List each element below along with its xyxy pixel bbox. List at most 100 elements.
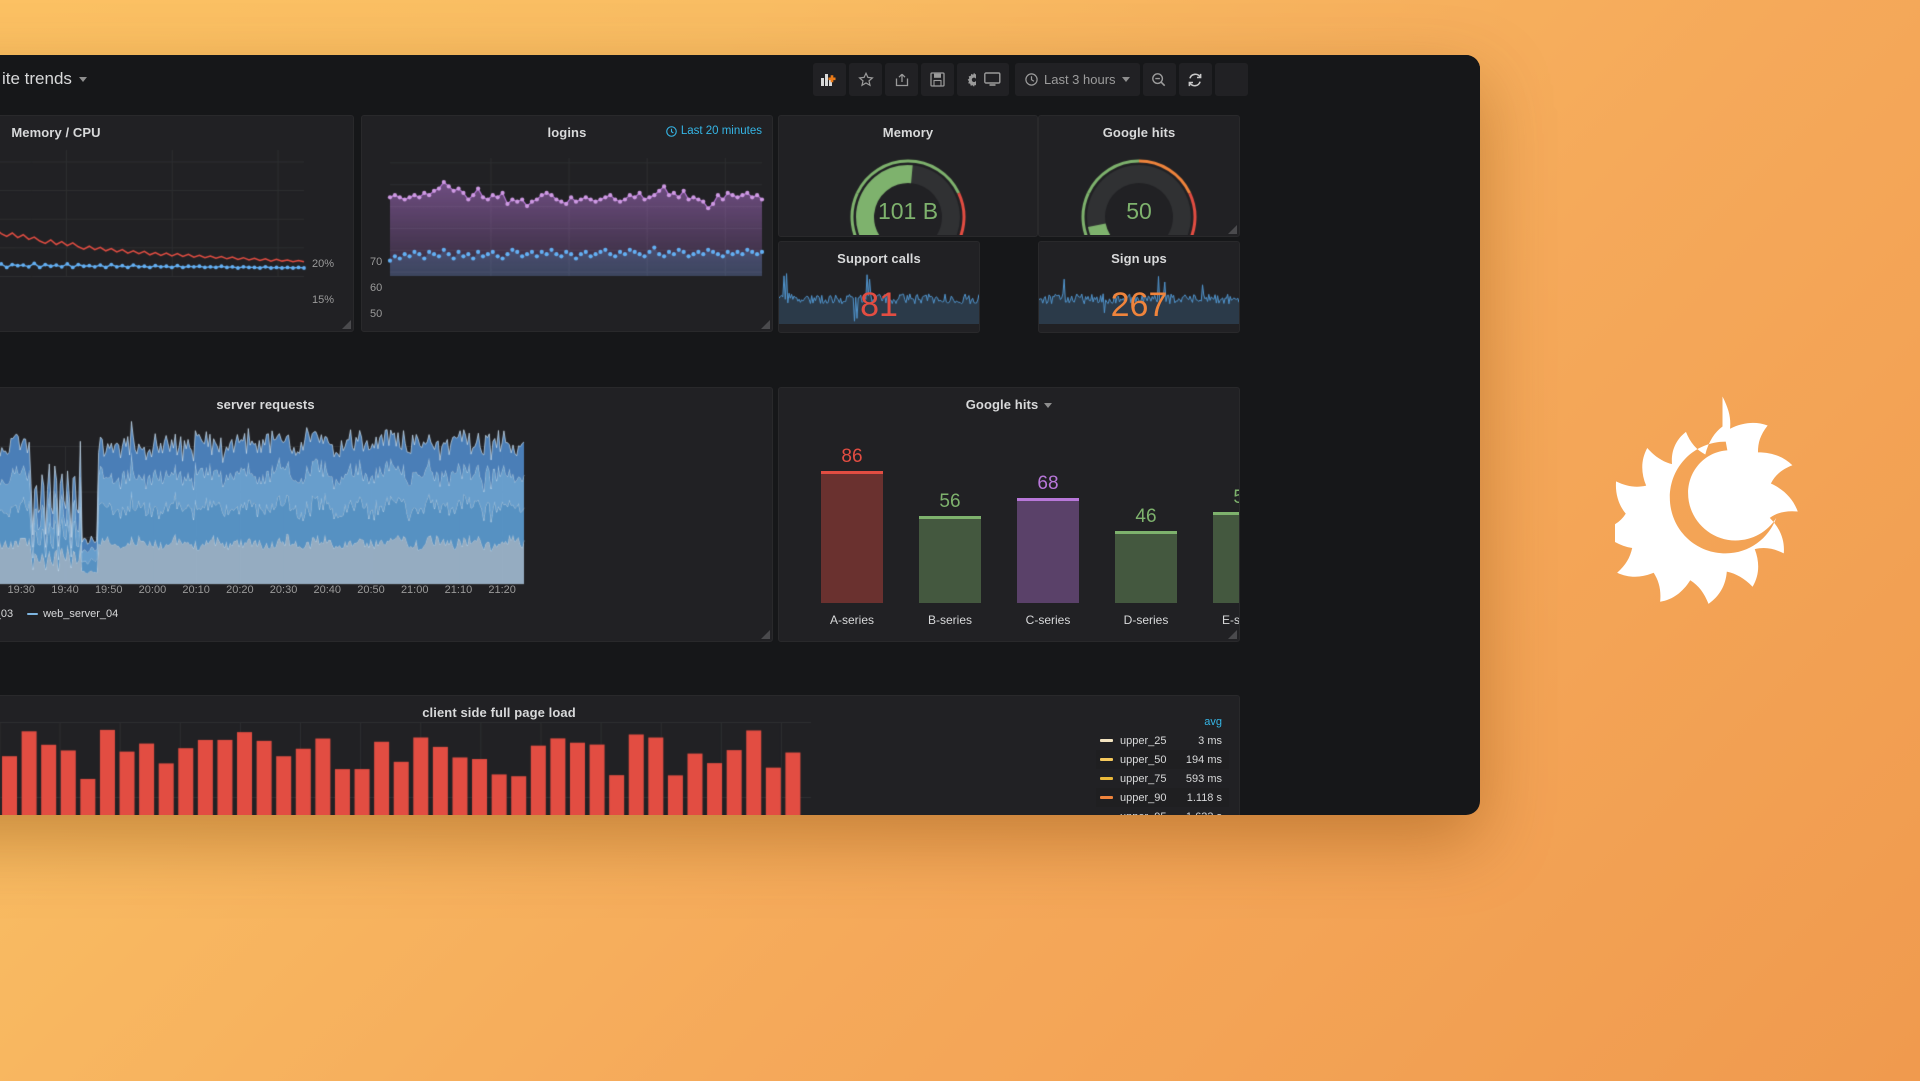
x-tick: 20:10 [182,584,210,596]
panel-title: server requests [216,397,315,412]
y-tick: 60 [370,282,383,294]
x-tick: 19:50 [94,584,123,596]
panel-client-side-load[interactable]: client side full page load 18:3018:4018:… [0,695,1240,815]
bar-category-label: E-series [1221,613,1240,627]
chevron-down-icon [1044,403,1053,409]
x-tick: 19:40 [51,584,79,596]
star-icon [857,71,874,87]
x-tick: 20:30 [269,584,298,596]
client-side-load-legend[interactable]: avg upper_25 3 ms upper_50 194 ms upper_… [1096,716,1229,815]
time-range-picker[interactable]: Last 3 hours [1015,63,1140,96]
dashboard-action-buttons [813,63,990,96]
bar-category-label: C-series [1025,613,1071,627]
legend-row[interactable]: upper_90 1.118 s [1096,788,1229,807]
dashboard-navbar: ite trends Last 3 hours [0,55,1480,107]
panel-resize-handle[interactable] [761,320,770,329]
x-tick: 19:30 [7,584,36,596]
zoom-out-button[interactable] [1142,63,1176,96]
gauge-value: 101 B [877,198,939,224]
badge-label: Last 20 minutes [680,125,762,137]
legend-label: upper_75 [1120,772,1167,785]
x-tick: 20:50 [357,584,385,596]
panel-server-requests[interactable]: server requests 18:3018:4018:5019:0019:1… [0,387,773,642]
legend-label: upper_95 [1120,811,1186,816]
legend-row[interactable]: upper_75 593 ms [1096,769,1229,788]
legend-color-swatch [1100,777,1113,780]
panel-title: client side full page load [422,705,576,720]
y-tick: 15% [312,294,335,306]
bar-category-label: A-series [829,613,874,627]
y-tick: 70 [370,256,383,268]
legend-row[interactable]: upper_95 1.633 s [1096,807,1229,816]
panel-logins[interactable]: logins Last 20 minutes 70 60 50 40 30 20… [361,115,773,332]
bar [821,474,883,603]
panel-title: Google hits [1102,125,1176,140]
stat-value: 81 [860,286,898,324]
server-requests-chart [0,414,772,604]
bar-category-label: D-series [1123,613,1169,627]
time-range-value: Last 3 hours [1044,72,1116,87]
google-hits-bar-chart: 86 A-series 56 B-series 68 C-series 46 D-series… [779,414,1239,639]
legend-value: 1.633 s [1186,811,1222,816]
refresh-button[interactable] [1178,63,1212,96]
legend-row[interactable]: upper_25 3 ms [1096,731,1229,750]
legend-label: upper_90 [1120,791,1167,804]
bar-value-label: 68 [1037,473,1059,494]
legend-label: upper_25 [1120,734,1167,747]
panel-title[interactable]: Google hits [779,388,1239,412]
bar-value-label: 46 [1135,506,1157,527]
grafana-dashboard-window: ite trends Last 3 hours Memory / CPU 20%… [0,55,1480,815]
star-dashboard-button[interactable] [849,63,882,96]
panel-resize-handle[interactable] [1228,630,1237,639]
dashboard-title-menu[interactable]: ite trends [2,69,87,89]
bar [1017,501,1079,603]
legend-row[interactable]: upper_50 194 ms [1096,750,1229,769]
legend-color-swatch [1100,796,1113,799]
legend-item-web-server-03[interactable]: web_server_03 [0,608,13,620]
panel-title: Memory [882,125,934,140]
legend-color-swatch [1100,739,1113,742]
panel-memory-gauge[interactable]: Memory 101 B [778,115,1038,237]
y-tick: 50 [370,308,383,320]
legend-color-swatch [1100,758,1113,761]
panel-title-text: Google hits [965,397,1039,412]
add-panel-button[interactable] [813,63,846,96]
bar-value-label: 56 [939,491,961,512]
bar-top-line [1213,511,1239,515]
panel-google-hits-gauge[interactable]: Google hits 50 [1038,115,1240,237]
legend-value: 194 ms [1185,753,1222,766]
legend-label: web_server_04 [43,608,119,620]
panel-support-calls[interactable]: Support calls 81 [778,241,980,333]
refresh-interval-dropdown[interactable] [1214,63,1248,96]
panel-resize-handle[interactable] [342,320,351,329]
gauge-value: 50 [1126,198,1152,224]
panel-google-hits-bars[interactable]: Google hits 86 A-series 56 B-series 68 C-seri… [778,387,1240,642]
stat-value: 267 [1110,286,1168,324]
kiosk-mode-button[interactable] [976,63,1009,96]
view-mode-group [976,63,1009,96]
bar-top-line [1017,498,1079,501]
bar-top-line [1115,531,1177,534]
chevron-down-icon [1121,77,1130,82]
legend-value: 593 ms [1185,772,1222,785]
panel-memory-cpu[interactable]: Memory / CPU 20% 15% 10% 5% 0% 19:00 19:… [0,115,354,332]
bar [919,519,981,603]
legend-item-web-server-04[interactable]: web_server_04 [27,608,118,620]
save-dashboard-button[interactable] [921,63,954,96]
chevron-down-icon [78,77,87,83]
clock-icon [666,125,677,137]
share-icon [895,73,908,86]
panel-resize-handle[interactable] [761,630,770,639]
bar-top-line [821,471,883,474]
share-dashboard-button[interactable] [885,63,918,96]
panel-legend[interactable]: ver_01 web_server_02 web_server_03 web_s… [0,608,118,620]
legend-label: web_server_03 [0,608,14,620]
panel-sign-ups[interactable]: Sign ups 267 [1038,241,1240,333]
panel-resize-handle[interactable] [1228,225,1237,234]
x-tick: 21:00 [400,584,429,596]
legend-value: 3 ms [1198,734,1222,747]
memory-cpu-chart [0,144,353,304]
logins-chart [362,144,772,304]
legend-color-swatch [27,613,39,615]
panel-title: Sign ups [1111,251,1167,266]
